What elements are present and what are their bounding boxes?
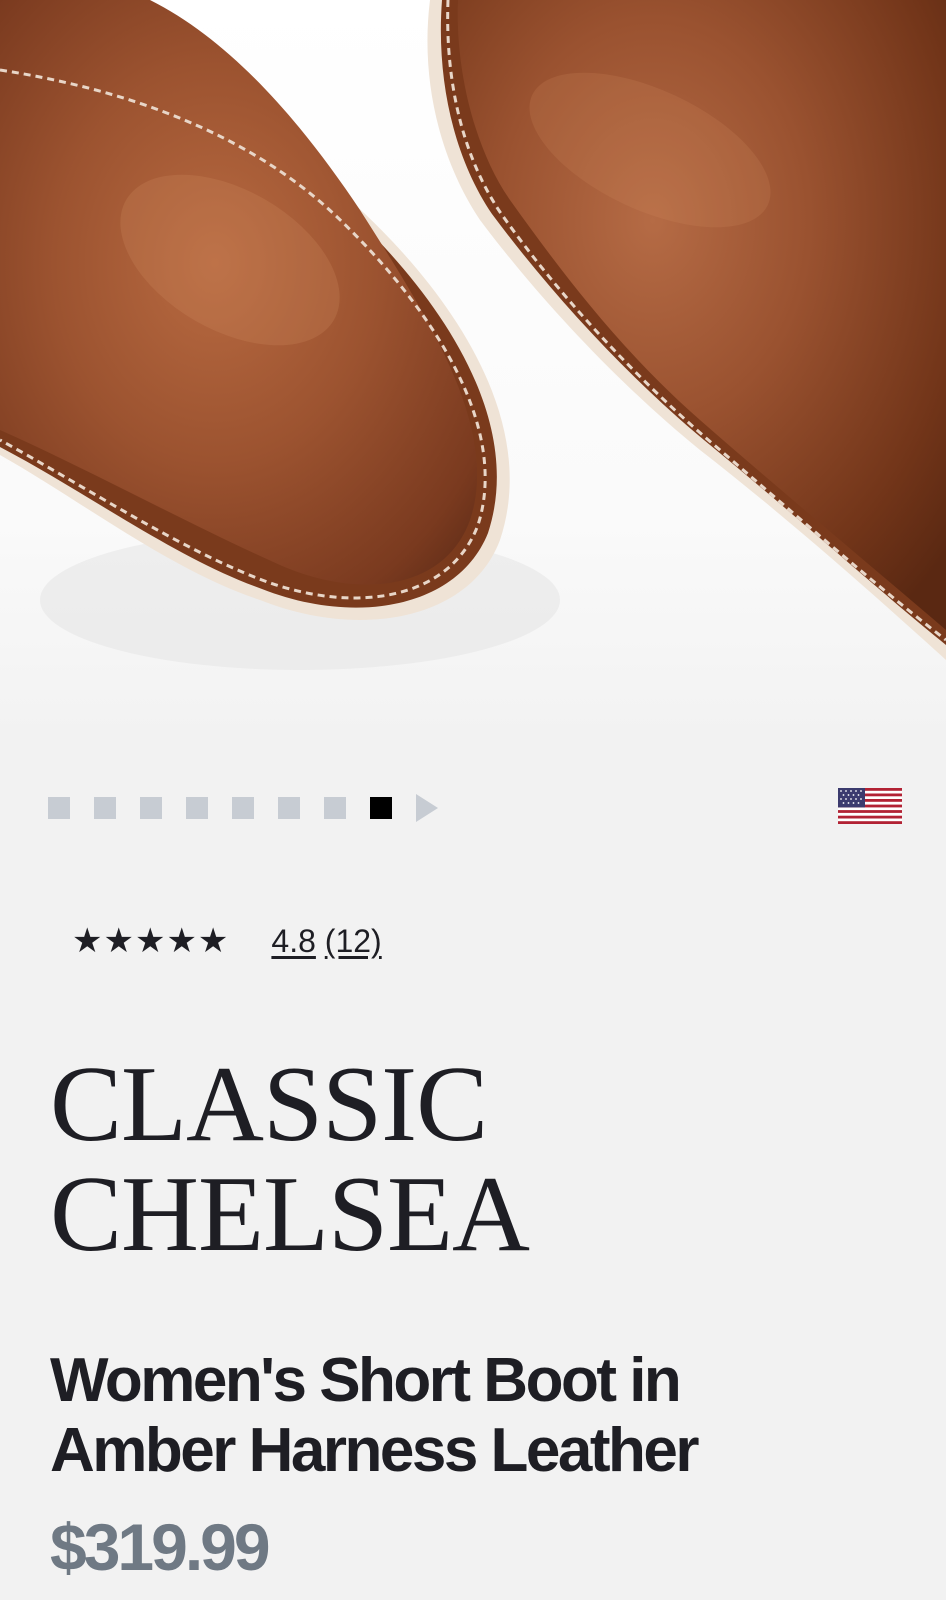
- boots-illustration: [0, 0, 946, 670]
- rating-value-link[interactable]: 4.8: [271, 923, 315, 959]
- product-title-line-2: CHELSEA: [50, 1155, 530, 1274]
- image-carousel-dots: [48, 794, 438, 822]
- carousel-dot-3[interactable]: [140, 797, 162, 819]
- carousel-dot-8[interactable]: [370, 797, 392, 819]
- rating-summary[interactable]: 4.8 (12): [271, 925, 381, 957]
- product-subtitle-line-1: Women's Short Boot in: [50, 1346, 682, 1415]
- carousel-dot-4[interactable]: [186, 797, 208, 819]
- product-subtitle-line-2: Amber Harness Leather: [50, 1416, 700, 1485]
- us-flag-icon[interactable]: [838, 788, 902, 824]
- carousel-dot-5[interactable]: [232, 797, 254, 819]
- carousel-dot-6[interactable]: [278, 797, 300, 819]
- product-title-line-1: CLASSIC: [50, 1045, 488, 1164]
- carousel-dot-2[interactable]: [94, 797, 116, 819]
- product-price: $319.99: [50, 1510, 271, 1584]
- carousel-dot-1[interactable]: [48, 797, 70, 819]
- review-count-link[interactable]: (12): [325, 923, 382, 959]
- product-image[interactable]: [0, 0, 946, 740]
- product-rating: ★★★★★ 4.8 (12): [72, 924, 382, 958]
- chevron-right-icon[interactable]: [416, 794, 438, 822]
- product-subtitle: Women's Short Boot in Amber Harness Leat…: [50, 1346, 910, 1486]
- product-title: CLASSIC CHELSEA: [50, 1050, 910, 1270]
- star-rating-icon: ★★★★★: [72, 921, 230, 961]
- carousel-dot-7[interactable]: [324, 797, 346, 819]
